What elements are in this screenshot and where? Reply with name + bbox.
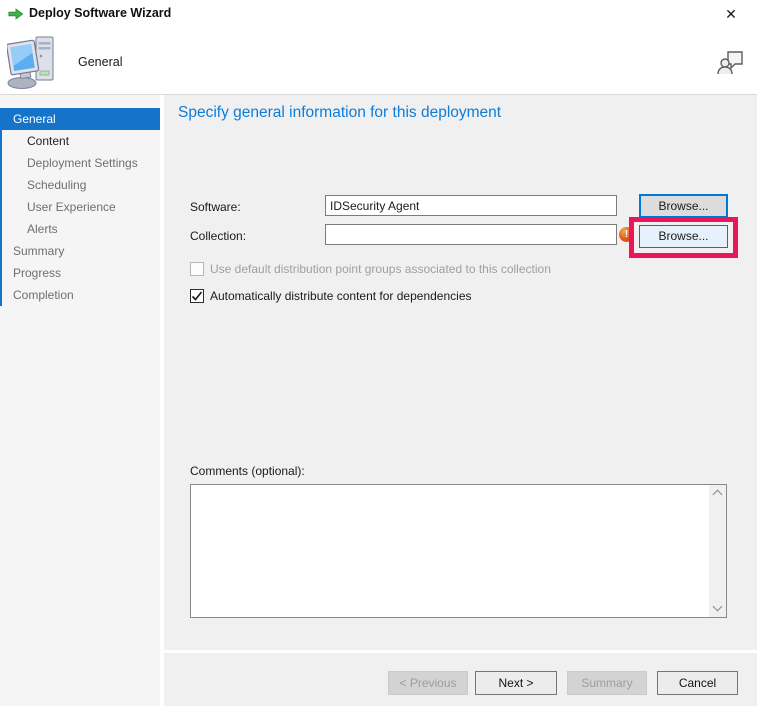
feedback-person-icon[interactable]	[716, 46, 746, 76]
sidebar-item-deployment-settings: Deployment Settings	[27, 156, 138, 170]
page-heading: Specify general information for this dep…	[178, 104, 502, 121]
scroll-up-icon[interactable]	[709, 485, 726, 502]
software-label: Software:	[190, 200, 241, 214]
sidebar-item-summary: Summary	[13, 244, 65, 258]
title-bar: Deploy Software Wizard ✕	[0, 0, 757, 28]
sidebar-item-completion: Completion	[13, 288, 74, 302]
wizard-steps-sidebar: General Content Deployment Settings Sche…	[0, 95, 160, 706]
window-title: Deploy Software Wizard	[29, 6, 172, 20]
collection-label: Collection:	[190, 229, 247, 243]
comments-field-frame	[190, 484, 727, 618]
next-button[interactable]: Next >	[475, 671, 557, 695]
auto-distribute-checkbox[interactable]	[190, 289, 204, 303]
software-browse-button[interactable]: Browse...	[639, 194, 728, 218]
default-dp-groups-row: Use default distribution point groups as…	[190, 262, 730, 278]
default-dp-groups-checkbox	[190, 262, 204, 276]
sidebar-item-general[interactable]: General	[0, 108, 160, 130]
computer-icon	[7, 36, 54, 89]
auto-distribute-row: Automatically distribute content for dep…	[190, 289, 730, 305]
previous-button: < Previous	[388, 671, 468, 695]
comments-label: Comments (optional):	[190, 464, 305, 478]
default-dp-groups-label: Use default distribution point groups as…	[210, 262, 551, 276]
comments-textarea[interactable]	[191, 485, 709, 617]
close-icon[interactable]: ✕	[720, 4, 742, 24]
sidebar-item-user-experience: User Experience	[27, 200, 116, 214]
sidebar-item-scheduling: Scheduling	[27, 178, 87, 192]
sidebar-item-alerts: Alerts	[27, 222, 58, 236]
summary-button: Summary	[567, 671, 647, 695]
sidebar-item-content[interactable]: Content	[0, 130, 160, 152]
collection-error-icon: !	[619, 227, 634, 242]
auto-distribute-label: Automatically distribute content for dep…	[210, 289, 472, 303]
cancel-button[interactable]: Cancel	[657, 671, 738, 695]
checkmark-icon	[191, 291, 203, 301]
comments-scrollbar[interactable]	[709, 485, 726, 617]
scroll-down-icon[interactable]	[709, 600, 726, 617]
footer-divider	[164, 650, 757, 653]
wizard-header: General	[0, 28, 757, 95]
deploy-software-wizard-window: Deploy Software Wizard ✕ General General…	[0, 0, 757, 706]
collection-input[interactable]	[325, 224, 617, 245]
green-arrow-icon	[8, 8, 24, 20]
sidebar-item-progress: Progress	[13, 266, 62, 280]
page-title: General	[78, 55, 123, 69]
main-panel: Specify general information for this dep…	[164, 95, 757, 706]
software-input[interactable]	[325, 195, 617, 216]
collection-browse-button[interactable]: Browse...	[639, 225, 728, 248]
